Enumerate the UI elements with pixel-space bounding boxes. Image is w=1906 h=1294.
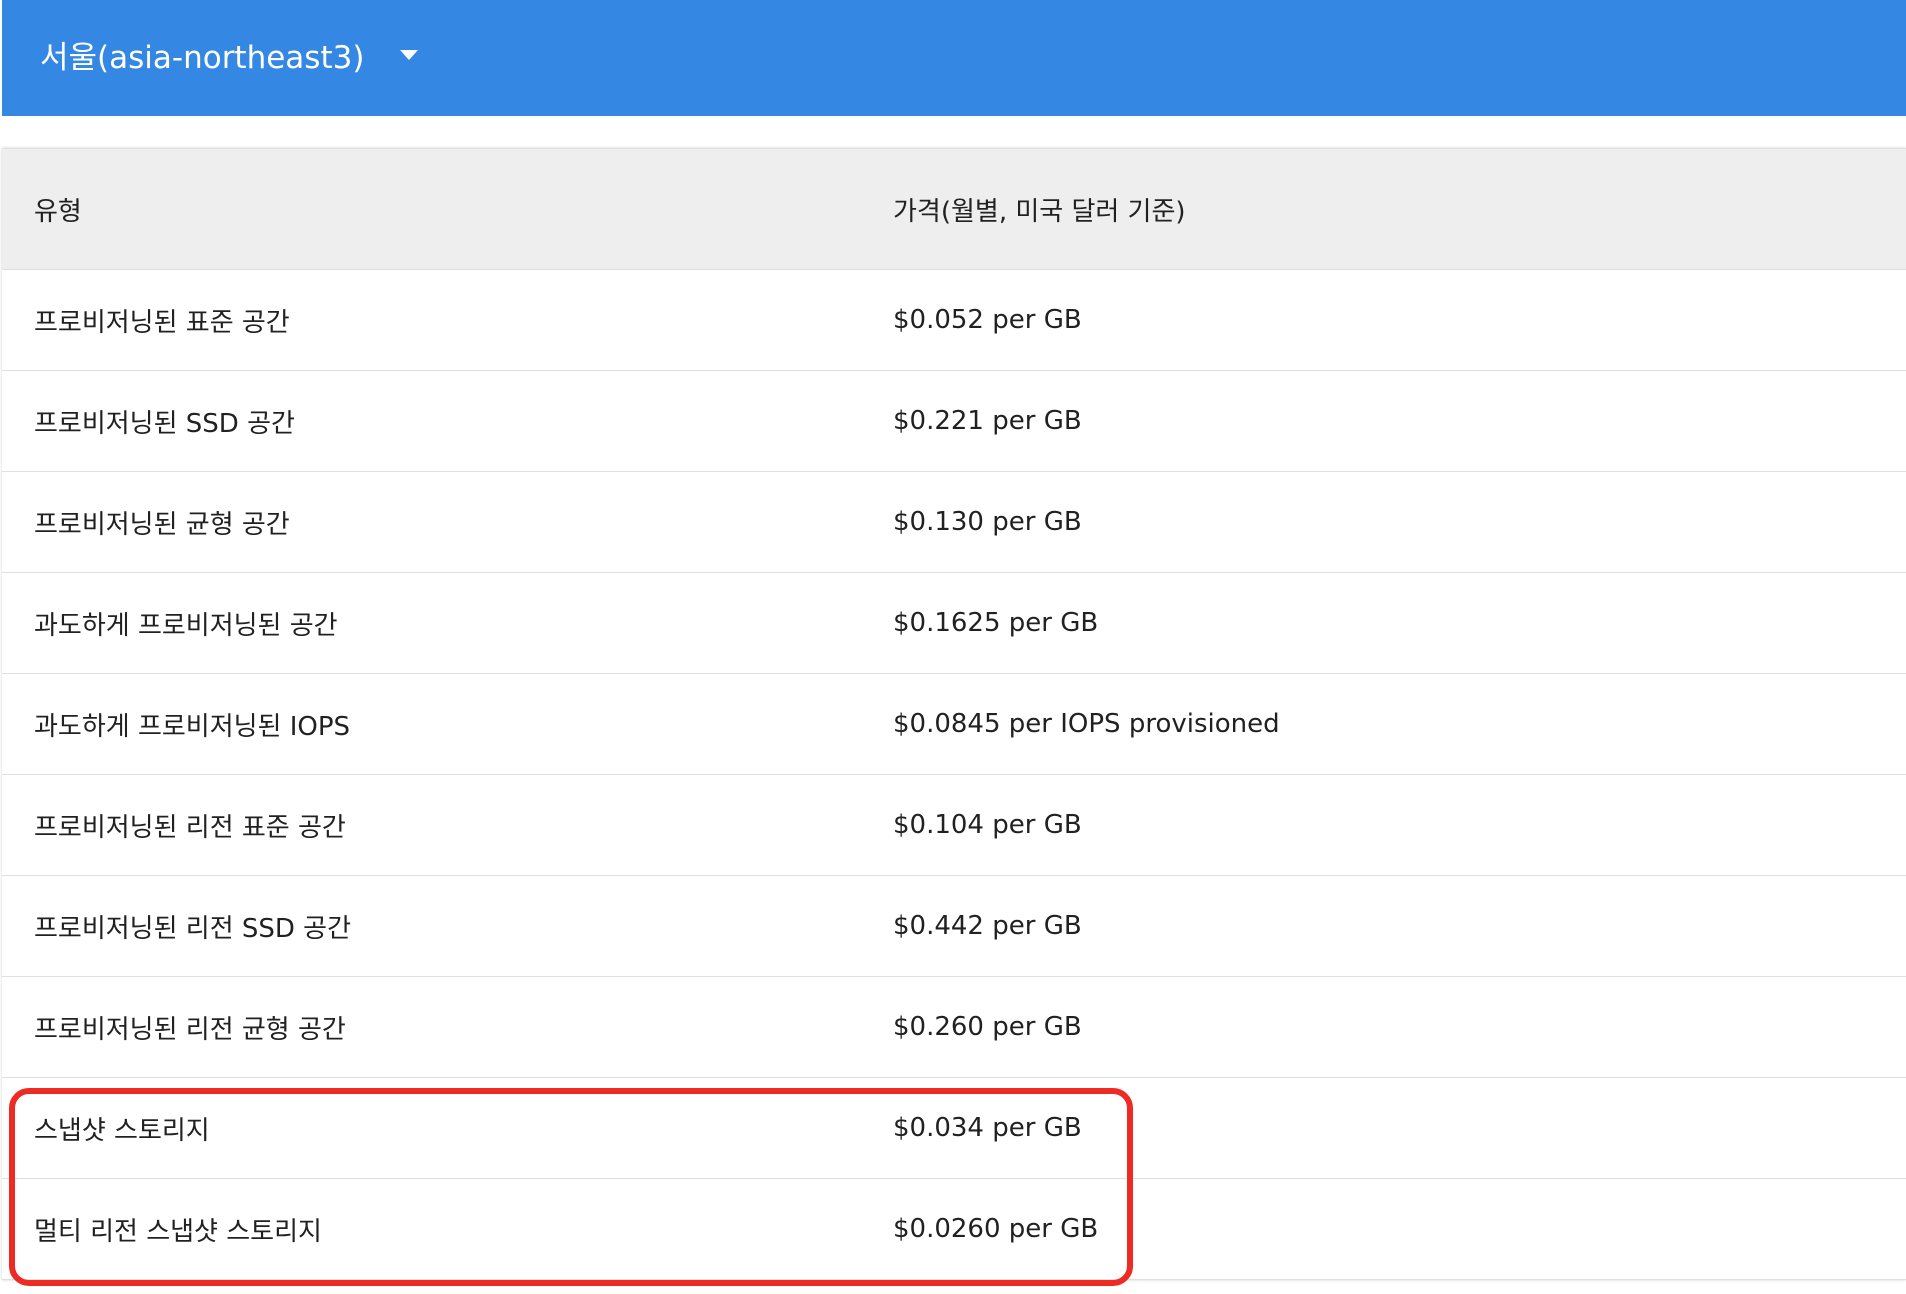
row-type: 과도하게 프로비저닝된 공간 xyxy=(34,610,338,641)
column-header-type: 유형 xyxy=(34,196,82,227)
row-price: $0.104 per GB xyxy=(893,810,1082,840)
row-price: $0.1625 per GB xyxy=(893,608,1099,638)
region-dropdown[interactable]: 서울(asia-northeast3) xyxy=(40,32,419,77)
row-price: $0.442 per GB xyxy=(893,911,1082,941)
row-price: $0.0845 per IOPS provisioned xyxy=(893,709,1280,739)
table-row: 과도하게 프로비저닝된 공간 $0.1625 per GB xyxy=(2,573,1906,674)
table-row: 과도하게 프로비저닝된 IOPS $0.0845 per IOPS provis… xyxy=(2,674,1906,775)
region-header: 서울(asia-northeast3) xyxy=(2,0,1906,116)
row-price: $0.260 per GB xyxy=(893,1012,1082,1042)
row-price: $0.130 per GB xyxy=(893,507,1082,537)
table-row: 프로비저닝된 표준 공간 $0.052 per GB xyxy=(2,270,1906,371)
row-price: $0.052 per GB xyxy=(893,305,1082,335)
row-type: 프로비저닝된 SSD 공간 xyxy=(34,408,295,439)
pricing-table: 유형 가격(월별, 미국 달러 기준) 프로비저닝된 표준 공간 $0.052 … xyxy=(2,148,1906,1280)
row-type: 프로비저닝된 리전 표준 공간 xyxy=(34,812,346,843)
table-row: 멀티 리전 스냅샷 스토리지 $0.0260 per GB xyxy=(2,1179,1906,1280)
table-header-row: 유형 가격(월별, 미국 달러 기준) xyxy=(2,149,1906,270)
row-price: $0.221 per GB xyxy=(893,406,1082,436)
row-type: 멀티 리전 스냅샷 스토리지 xyxy=(34,1216,322,1247)
caret-down-icon[interactable] xyxy=(400,50,419,60)
row-type: 프로비저닝된 리전 균형 공간 xyxy=(34,1014,346,1045)
table-row: 프로비저닝된 리전 표준 공간 $0.104 per GB xyxy=(2,775,1906,876)
column-header-price: 가격(월별, 미국 달러 기준) xyxy=(893,196,1186,227)
table-row: 프로비저닝된 SSD 공간 $0.221 per GB xyxy=(2,371,1906,472)
page: 서울(asia-northeast3) 유형 가격(월별, 미국 달러 기준) … xyxy=(0,0,1906,1294)
table-row: 프로비저닝된 리전 SSD 공간 $0.442 per GB xyxy=(2,876,1906,977)
table-row: 프로비저닝된 리전 균형 공간 $0.260 per GB xyxy=(2,977,1906,1078)
row-type: 프로비저닝된 표준 공간 xyxy=(34,307,290,338)
row-type: 프로비저닝된 균형 공간 xyxy=(34,509,290,540)
row-price: $0.0260 per GB xyxy=(893,1214,1099,1244)
row-price: $0.034 per GB xyxy=(893,1113,1082,1143)
row-type: 과도하게 프로비저닝된 IOPS xyxy=(34,711,351,742)
table-row: 프로비저닝된 균형 공간 $0.130 per GB xyxy=(2,472,1906,573)
row-type: 스냅샷 스토리지 xyxy=(34,1115,210,1146)
table-row: 스냅샷 스토리지 $0.034 per GB xyxy=(2,1078,1906,1179)
region-label: 서울(asia-northeast3) xyxy=(40,39,365,76)
row-type: 프로비저닝된 리전 SSD 공간 xyxy=(34,913,352,944)
